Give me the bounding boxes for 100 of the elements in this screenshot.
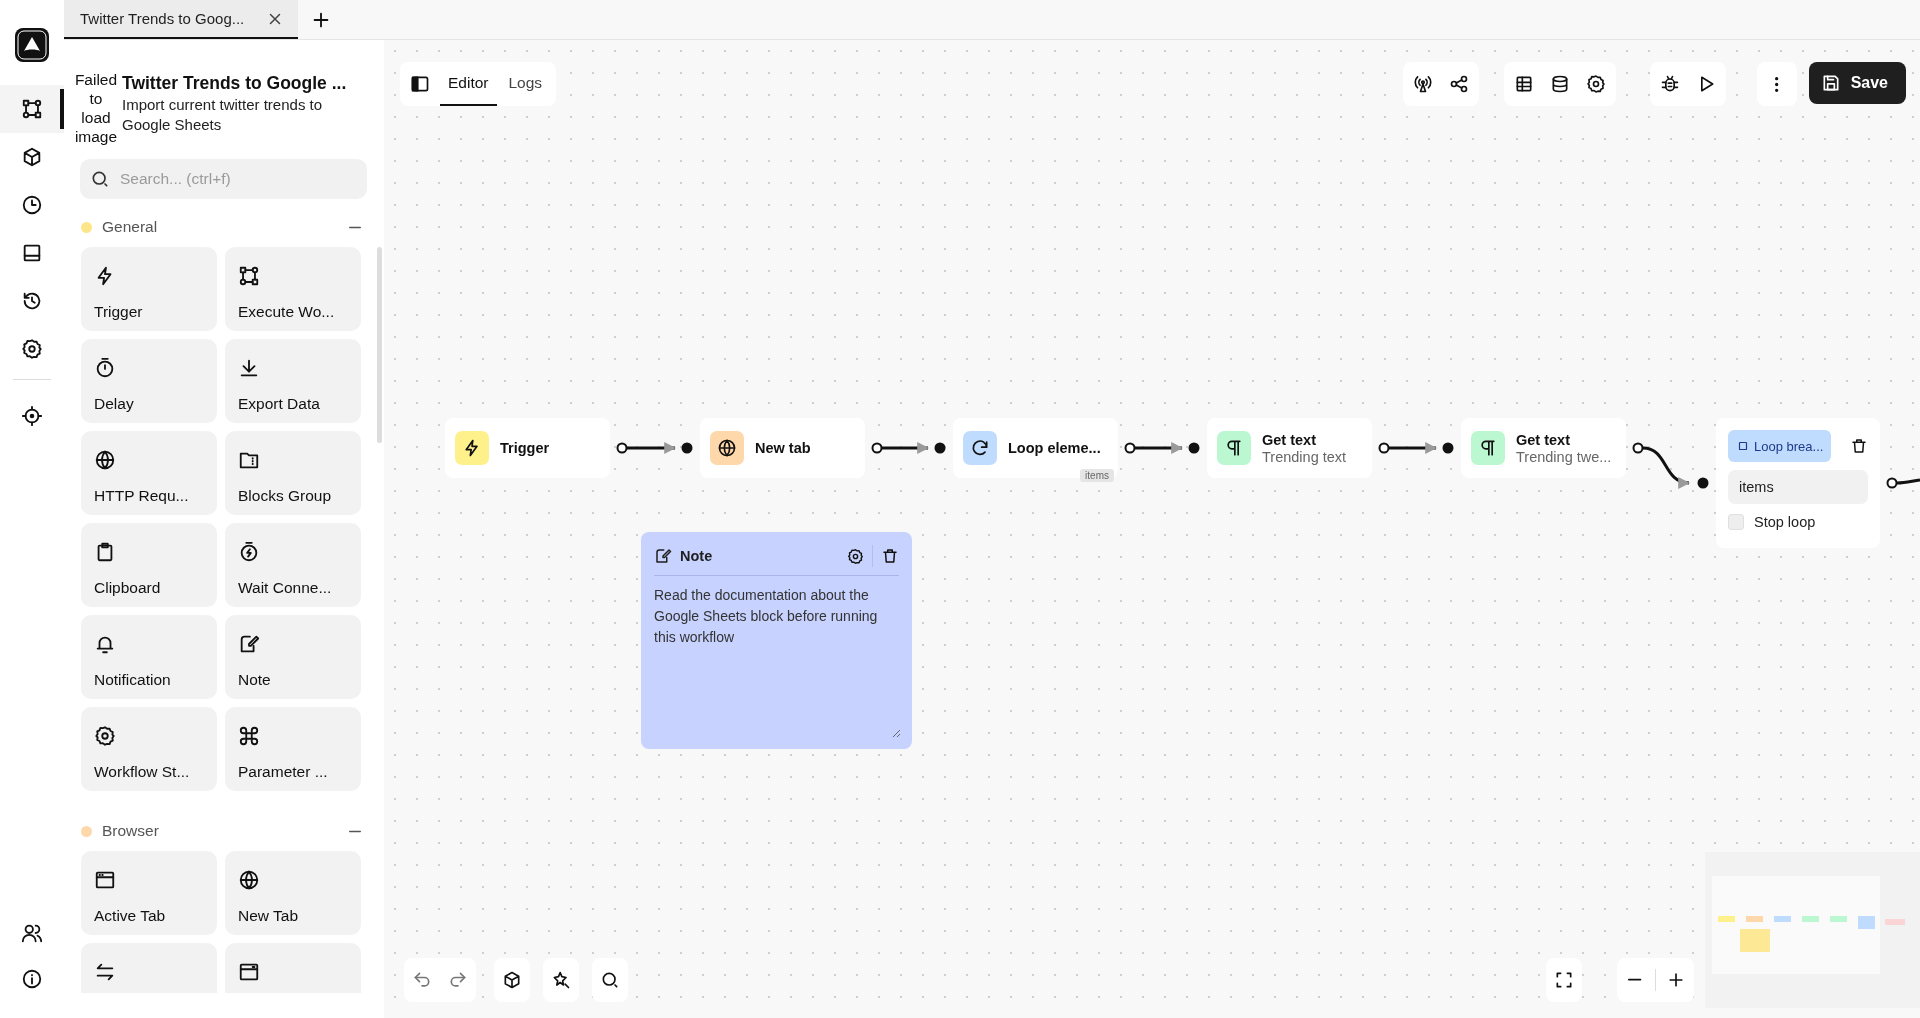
block-card[interactable]: Active Tab <box>81 851 217 935</box>
note-text: Read the documentation about the Google Sheets block before running this workflow <box>654 586 879 647</box>
info-icon <box>21 968 43 990</box>
note-title: Note <box>680 548 714 564</box>
block-card[interactable]: Delay <box>81 339 217 423</box>
workflow-node[interactable]: Get text Trending twe... <box>1461 418 1626 478</box>
flow-icon <box>238 265 260 287</box>
workflow-title: Twitter Trends to Google ... <box>122 73 348 94</box>
note-icon <box>654 547 672 565</box>
block-card[interactable]: Wait Conne... <box>225 523 361 607</box>
node-title: Get text <box>1516 431 1571 448</box>
block-card[interactable]: New Tab <box>225 851 361 935</box>
settings-icon <box>847 547 864 565</box>
square-icon <box>1736 439 1750 453</box>
workflows-button[interactable] <box>0 85 64 133</box>
node-title: Loop eleme... <box>1008 440 1101 456</box>
block-card[interactable]: Workflow St... <box>81 707 217 791</box>
table-icon <box>1514 74 1534 94</box>
note-card[interactable]: Note Read the documentation about the Google Sheets block before running this workflow <box>641 532 912 749</box>
stopwatch-icon <box>238 541 260 563</box>
fullscreen-icon <box>1554 970 1574 990</box>
window-icon <box>238 961 260 983</box>
crosshair-icon <box>21 405 43 427</box>
checkbox-label: Stop loop <box>1754 514 1816 530</box>
storage-icon <box>21 242 43 264</box>
save-button[interactable]: Save <box>1808 62 1906 104</box>
loop-icon <box>970 438 990 458</box>
paragraph-icon <box>1478 438 1498 458</box>
scrollbar[interactable] <box>377 247 382 443</box>
trash-icon <box>1850 437 1868 455</box>
sidebar-icon <box>410 74 430 94</box>
block-card[interactable]: Parameter ... <box>225 707 361 791</box>
sparkle-icon <box>551 970 571 990</box>
packages-icon <box>21 146 43 168</box>
trash-icon <box>881 547 899 565</box>
node-badge: items <box>1080 469 1114 482</box>
broadcast-icon <box>1413 74 1433 94</box>
search-icon <box>600 970 620 990</box>
workflow-node[interactable]: Trigger <box>445 418 610 478</box>
node-title: New tab <box>755 440 811 456</box>
redo-icon <box>448 970 468 990</box>
globe-icon <box>717 438 737 458</box>
block-card[interactable]: Notification <box>81 615 217 699</box>
menu-icon <box>1775 76 1779 92</box>
paragraph-icon <box>1224 438 1244 458</box>
minus-icon <box>349 829 361 833</box>
block-card[interactable]: Trigger <box>81 247 217 331</box>
resize-handle[interactable] <box>892 729 900 737</box>
workflow-node[interactable]: Loop brea... items Stop loop <box>1716 418 1880 548</box>
undo-icon <box>412 970 432 990</box>
minus-icon <box>349 225 361 229</box>
category-title: General <box>102 218 159 236</box>
settings-icon <box>1586 74 1606 94</box>
collapse-button[interactable] <box>349 829 361 833</box>
app-logo <box>14 27 50 63</box>
workflow-description: Import current twitter trends to Google Sheets <box>122 95 324 135</box>
collapse-button[interactable] <box>349 225 361 229</box>
globe-icon <box>238 869 260 891</box>
history-icon <box>21 290 43 312</box>
window-icon <box>94 869 116 891</box>
gear-icon <box>94 725 116 747</box>
tab-title: Twitter Trends to Goog... <box>80 10 245 27</box>
block-card[interactable]: Blocks Group <box>225 431 361 515</box>
workflow-node[interactable]: Get text Trending text <box>1207 418 1372 478</box>
search-icon <box>90 169 110 189</box>
settings-icon <box>21 338 43 360</box>
workflows-icon <box>21 98 43 120</box>
category-title: Browser <box>102 822 160 840</box>
block-card[interactable]: Export Data <box>225 339 361 423</box>
node-title: Trigger <box>500 440 550 456</box>
search-field[interactable]: Search... (ctrl+f) <box>80 159 367 199</box>
input-field[interactable]: items <box>1728 470 1868 504</box>
command-icon <box>238 725 260 747</box>
delete-button[interactable] <box>881 547 899 565</box>
cube-icon <box>502 970 522 990</box>
globe-icon <box>94 449 116 471</box>
node-chip: Loop brea... <box>1728 430 1832 462</box>
broken-image-text: Failed to load image <box>73 70 119 146</box>
node-subtitle: Trending twe... <box>1516 448 1612 465</box>
database-icon <box>1550 74 1570 94</box>
node-subtitle: Trending text <box>1262 448 1347 465</box>
save-label: Save <box>1850 74 1888 92</box>
bug-icon <box>1660 74 1680 94</box>
checkbox[interactable] <box>1728 514 1744 530</box>
block-card[interactable]: HTTP Requ... <box>81 431 217 515</box>
stopwatch-icon <box>94 357 116 379</box>
minus-icon <box>1628 978 1642 982</box>
block-card[interactable]: Note <box>225 615 361 699</box>
delete-button[interactable] <box>1850 437 1868 455</box>
workflow-tab[interactable]: Twitter Trends to Goog... <box>64 0 298 39</box>
download-icon <box>238 357 260 379</box>
editor-tab[interactable]: Editor <box>440 62 497 106</box>
swap-icon <box>94 961 116 983</box>
block-card[interactable]: Clipboard <box>81 523 217 607</box>
block-card[interactable]: Execute Wo... <box>225 247 361 331</box>
share-icon <box>1449 74 1469 94</box>
workflow-node[interactable]: New tab <box>700 418 865 478</box>
settings-button[interactable] <box>847 547 864 565</box>
editor-tab[interactable]: Logs <box>500 62 551 106</box>
users-icon <box>21 922 43 944</box>
